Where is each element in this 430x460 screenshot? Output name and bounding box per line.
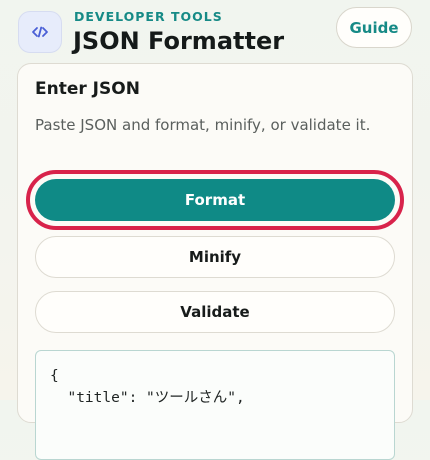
card-title: Enter JSON xyxy=(35,79,140,99)
card-description: Paste JSON and format, minify, or valida… xyxy=(35,116,371,134)
validate-button[interactable]: Validate xyxy=(35,291,395,333)
page-title: JSON Formatter xyxy=(73,27,285,55)
code-brackets-icon xyxy=(32,26,48,38)
app-header: DEVELOPER TOOLS JSON Formatter Guide xyxy=(0,0,430,64)
json-input[interactable]: { "title": "ツールさん", xyxy=(35,350,395,460)
guide-button[interactable]: Guide xyxy=(336,7,412,48)
app-logo xyxy=(18,11,62,53)
app-kicker: DEVELOPER TOOLS xyxy=(74,9,223,24)
minify-button[interactable]: Minify xyxy=(35,236,395,278)
json-input-card: Enter JSON Paste JSON and format, minify… xyxy=(17,63,413,460)
format-button[interactable]: Format xyxy=(35,179,395,221)
